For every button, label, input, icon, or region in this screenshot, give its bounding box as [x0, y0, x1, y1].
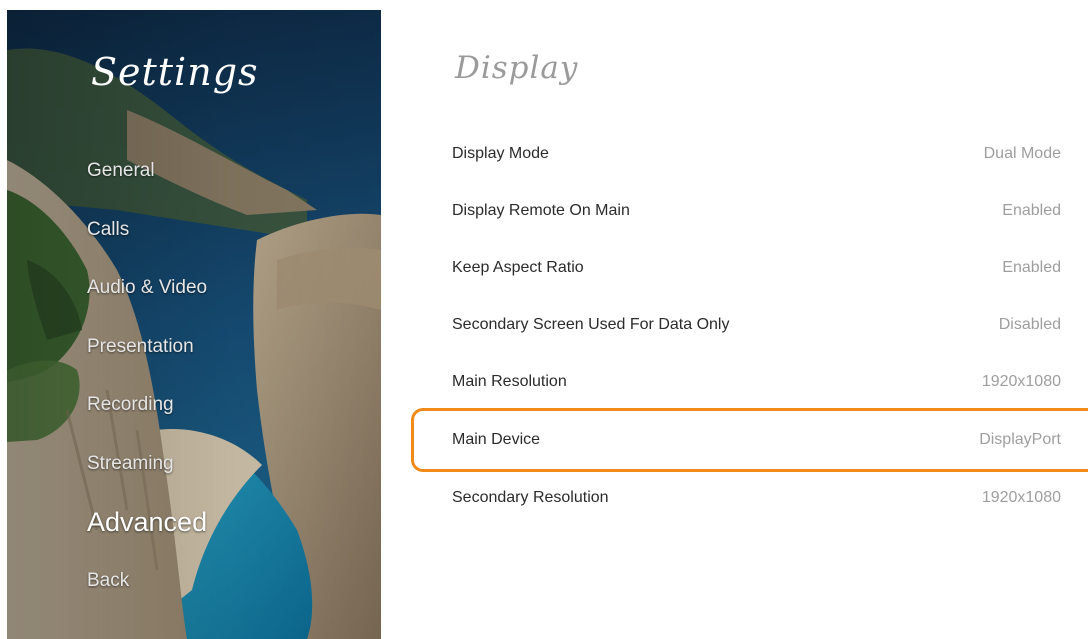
setting-value: Enabled [1002, 201, 1061, 219]
setting-label: Display Remote On Main [452, 201, 630, 219]
menu-item-calls[interactable]: Calls [87, 201, 207, 260]
setting-row-keep-aspect-ratio[interactable]: Keep Aspect Ratio Enabled [411, 239, 1088, 296]
setting-label: Secondary Screen Used For Data Only [452, 316, 730, 334]
setting-value: 1920x1080 [981, 373, 1061, 391]
setting-value: Disabled [998, 316, 1061, 334]
setting-row-main-device[interactable]: Main Device DisplayPort [411, 407, 1088, 472]
setting-row-secondary-resolution[interactable]: Secondary Resolution 1920x1080 [411, 469, 1088, 526]
setting-value: Dual Mode [983, 144, 1061, 162]
setting-label: Main Resolution [452, 373, 567, 391]
setting-value: Enabled [1002, 258, 1061, 276]
menu-item-presentation[interactable]: Presentation [87, 318, 207, 377]
settings-screen: Settings General Calls Audio & Video Pre… [0, 0, 1088, 639]
menu-item-streaming[interactable]: Streaming [87, 435, 207, 494]
setting-value: 1920x1080 [981, 488, 1061, 506]
setting-row-main-resolution[interactable]: Main Resolution 1920x1080 [411, 354, 1088, 411]
setting-label: Keep Aspect Ratio [452, 258, 584, 276]
menu-item-recording[interactable]: Recording [87, 376, 207, 435]
menu-item-audio-video[interactable]: Audio & Video [87, 259, 207, 318]
display-settings-list: Display Mode Dual Mode Display Remote On… [411, 125, 1088, 526]
setting-label: Display Mode [452, 144, 549, 162]
section-title: Display [455, 50, 579, 86]
menu-item-general[interactable]: General [87, 142, 207, 201]
menu-item-back[interactable]: Back [87, 552, 207, 611]
menu-item-advanced[interactable]: Advanced [87, 493, 207, 552]
setting-label: Secondary Resolution [452, 488, 609, 506]
display-settings-panel: Display Display Mode Dual Mode Display R… [381, 0, 1088, 639]
settings-sidebar: Settings General Calls Audio & Video Pre… [7, 10, 381, 639]
setting-row-display-mode[interactable]: Display Mode Dual Mode [411, 125, 1088, 182]
settings-title: Settings [91, 50, 259, 94]
setting-row-secondary-screen-data-only[interactable]: Secondary Screen Used For Data Only Disa… [411, 297, 1088, 354]
setting-label: Main Device [452, 430, 541, 448]
settings-menu: General Calls Audio & Video Presentation… [87, 142, 207, 610]
setting-value: DisplayPort [979, 430, 1061, 448]
setting-row-display-remote-on-main[interactable]: Display Remote On Main Enabled [411, 182, 1088, 239]
